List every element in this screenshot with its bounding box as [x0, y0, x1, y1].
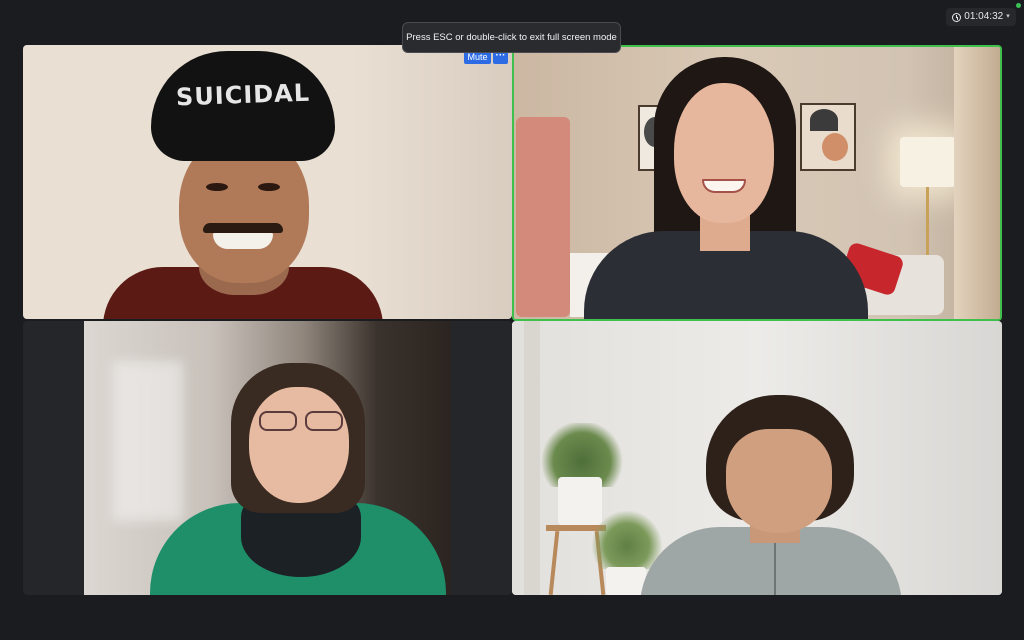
participant-eye-left	[206, 183, 228, 191]
connection-status-dot	[1016, 3, 1021, 8]
chevron-down-icon: ▾	[1006, 13, 1010, 20]
blurred-background	[113, 361, 183, 521]
fullscreen-exit-notice: Press ESC or double-click to exit full s…	[402, 22, 621, 53]
participant-eye-right	[258, 183, 280, 191]
participant-face	[249, 387, 349, 503]
jacket-zipper	[774, 543, 776, 595]
glasses-lens-left	[259, 411, 297, 431]
curtain	[954, 47, 1000, 319]
video-tile-participant-4[interactable]	[512, 321, 1002, 595]
meeting-timer-text: 01:04:32	[964, 11, 1004, 22]
participant-face	[726, 429, 832, 533]
hanging-garment	[516, 117, 570, 317]
potted-plant-small	[592, 511, 662, 569]
participant-smile	[702, 179, 746, 193]
wall-art-right-motif-2	[822, 133, 848, 161]
video-tile-participant-3[interactable]	[23, 321, 512, 595]
door-frame	[524, 321, 540, 595]
plant-pot-small	[606, 567, 646, 595]
video-tile-participant-2-active-speaker[interactable]	[512, 45, 1002, 321]
background-wall	[353, 45, 512, 319]
floor-lamp	[900, 137, 956, 187]
glasses-lens-right	[305, 411, 343, 431]
clock-icon	[952, 12, 962, 22]
participant-mustache	[203, 223, 283, 233]
participant-smile	[213, 233, 273, 249]
participant-face	[674, 83, 774, 223]
wall-art-right-motif-1	[810, 109, 838, 131]
meeting-timer[interactable]: 01:04:32 ▾	[946, 8, 1016, 26]
participant-glasses	[255, 411, 347, 433]
video-tile-participant-1[interactable]: SUICIDAL	[23, 45, 512, 319]
